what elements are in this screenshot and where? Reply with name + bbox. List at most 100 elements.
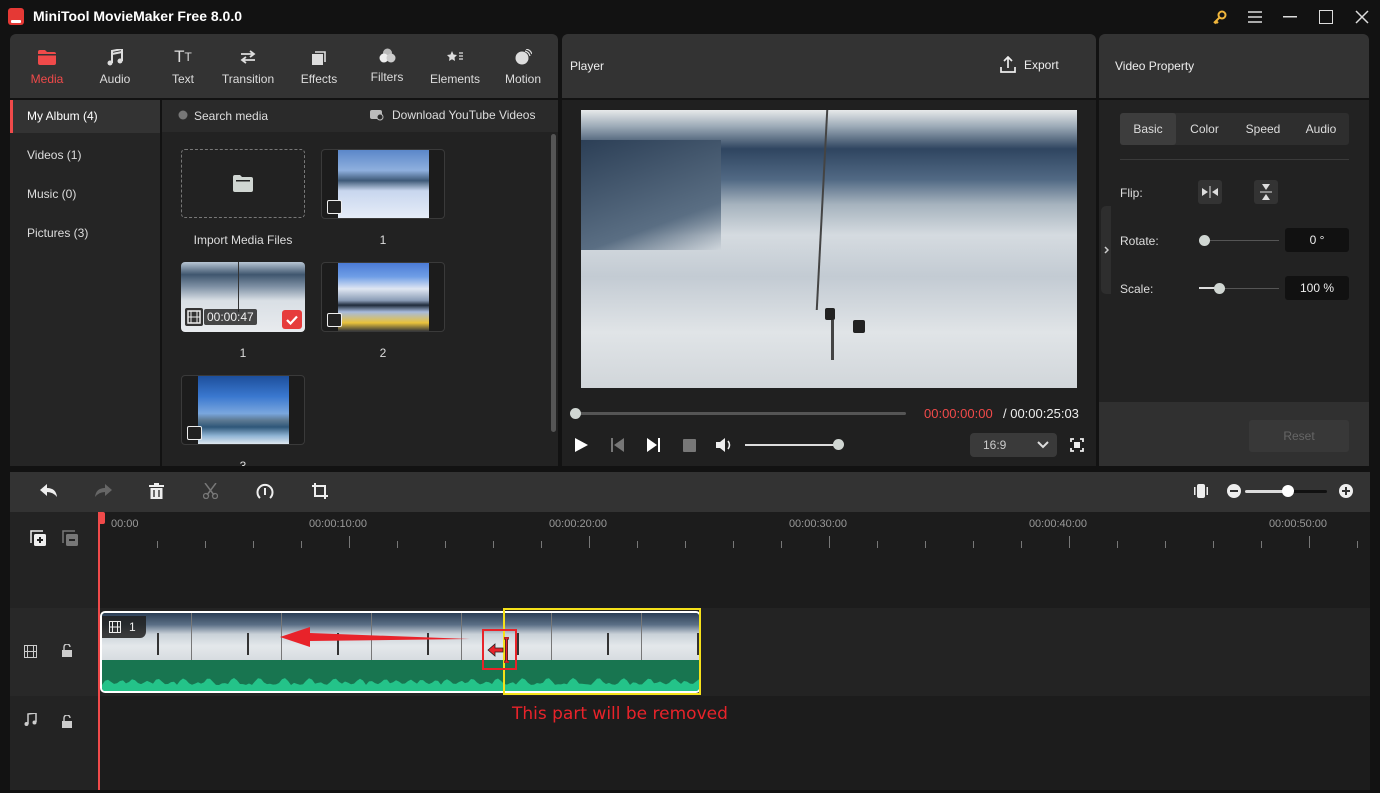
ruler-tick: [733, 541, 734, 548]
ruler-tick: [973, 541, 974, 548]
media-item-picture-3[interactable]: [181, 375, 305, 445]
import-media-button[interactable]: [181, 149, 305, 218]
picture-icon: [187, 426, 202, 440]
main-toolbar: Media Audio TT Text Transition Effects F…: [10, 34, 558, 98]
progress-handle[interactable]: [570, 408, 581, 419]
split-button[interactable]: [203, 483, 218, 499]
tab-text[interactable]: TT Text: [149, 34, 217, 98]
reset-button[interactable]: Reset: [1249, 420, 1349, 452]
maximize-icon[interactable]: [1314, 6, 1338, 28]
clip-badge: 1: [102, 616, 146, 638]
property-tabs: Basic Color Speed Audio: [1120, 113, 1349, 145]
aspect-ratio-select[interactable]: 16:9: [970, 433, 1057, 457]
trim-handle-box[interactable]: [482, 629, 517, 670]
timeline-zoom-handle[interactable]: [1282, 485, 1295, 497]
selected-check-icon: [282, 310, 302, 329]
scale-handle[interactable]: [1214, 283, 1226, 294]
tab-transition[interactable]: Transition: [214, 34, 282, 98]
app-logo-icon: [8, 8, 24, 25]
minimize-icon[interactable]: [1278, 6, 1302, 28]
flip-vertical-button[interactable]: [1254, 180, 1278, 204]
tab-color[interactable]: Color: [1176, 113, 1233, 145]
download-youtube-button[interactable]: Download YouTube Videos: [392, 108, 535, 122]
tab-audio[interactable]: Audio: [81, 34, 149, 98]
video-duration: 00:00:47: [204, 309, 257, 325]
play-button[interactable]: [575, 438, 588, 452]
ruler-tick: [925, 541, 926, 548]
nav-videos[interactable]: Videos (1): [10, 139, 160, 172]
current-time: 00:00:00:00: [924, 406, 993, 421]
tab-media[interactable]: Media: [13, 34, 81, 98]
ruler-tick: [1021, 541, 1022, 548]
video-track-lock-icon[interactable]: [62, 644, 72, 657]
volume-slider[interactable]: [745, 444, 840, 446]
ruler-tick: [493, 541, 494, 548]
timeline-ruler[interactable]: 00:00 00:00:10:00 00:00:20:00 00:00:30:0…: [99, 512, 1370, 552]
export-icon: [1000, 56, 1016, 73]
playhead-handle[interactable]: [98, 512, 105, 524]
redo-button[interactable]: [94, 484, 112, 498]
ruler-tick: [1117, 541, 1118, 548]
zoom-out-button[interactable]: [1227, 484, 1241, 498]
close-icon[interactable]: [1350, 6, 1374, 28]
tab-motion[interactable]: Motion: [489, 34, 557, 98]
tab-filters[interactable]: Filters: [353, 32, 421, 96]
player-title: Player: [570, 59, 605, 73]
flip-horizontal-button[interactable]: [1198, 180, 1222, 204]
rotate-slider[interactable]: [1199, 240, 1279, 241]
collapse-panel-handle[interactable]: [1101, 206, 1111, 294]
track-headers: [10, 512, 99, 790]
tab-basic[interactable]: Basic: [1120, 113, 1176, 145]
trim-cursor-icon: [487, 637, 509, 663]
playback-progress-bar[interactable]: [575, 412, 906, 415]
total-time: / 00:00:25:03: [1003, 406, 1079, 421]
media-item-picture-2[interactable]: [321, 262, 445, 332]
undo-icon: [40, 484, 57, 497]
ruler-label: 00:00:40:00: [1028, 518, 1088, 530]
rotate-handle[interactable]: [1199, 235, 1210, 246]
fit-timeline-button[interactable]: [1194, 484, 1208, 498]
crop-button[interactable]: [312, 483, 328, 499]
tab-effects[interactable]: Effects: [285, 34, 353, 98]
delete-button[interactable]: [149, 483, 164, 499]
picture-icon: [327, 200, 342, 214]
media-scrollbar[interactable]: [551, 134, 556, 432]
drag-arrow-annotation: [280, 627, 470, 647]
export-label: Export: [1024, 57, 1059, 72]
ruler-tick: [877, 541, 878, 548]
ruler-label: 00:00:30:00: [788, 518, 848, 530]
scale-input[interactable]: 100 %: [1285, 276, 1349, 300]
key-icon[interactable]: [1208, 6, 1232, 28]
volume-handle[interactable]: [833, 439, 844, 450]
audio-track-lock-icon[interactable]: [62, 715, 72, 728]
nav-pictures[interactable]: Pictures (3): [10, 217, 160, 250]
ruler-tick: [589, 536, 590, 548]
tab-elements[interactable]: Elements: [421, 34, 489, 98]
playhead[interactable]: [98, 512, 100, 790]
filters-icon: [379, 45, 396, 65]
speed-button[interactable]: [256, 483, 274, 500]
next-frame-button[interactable]: [647, 438, 660, 452]
previous-frame-button[interactable]: [611, 438, 624, 452]
media-item-picture-1[interactable]: [321, 149, 445, 219]
video-preview[interactable]: [581, 110, 1077, 388]
zoom-in-button[interactable]: [1339, 484, 1353, 498]
nav-my-album[interactable]: My Album (4): [10, 100, 160, 133]
add-track-button[interactable]: [30, 530, 47, 547]
stop-button[interactable]: [683, 439, 696, 452]
search-input[interactable]: Search media: [194, 109, 268, 123]
nav-music[interactable]: Music (0): [10, 178, 160, 211]
ruler-label: 00:00:20:00: [548, 518, 608, 530]
tab-speed[interactable]: Speed: [1233, 113, 1293, 145]
flip-label: Flip:: [1120, 186, 1143, 200]
remove-track-button[interactable]: [62, 530, 79, 547]
rotate-input[interactable]: 0 °: [1285, 228, 1349, 252]
menu-icon[interactable]: [1243, 6, 1267, 28]
undo-button[interactable]: [40, 484, 58, 498]
fullscreen-button[interactable]: [1070, 438, 1084, 452]
property-title: Video Property: [1115, 59, 1195, 73]
tab-audio-property[interactable]: Audio: [1293, 113, 1349, 145]
media-item-video-1[interactable]: 00:00:47: [181, 262, 305, 332]
export-button[interactable]: Export: [1000, 56, 1059, 73]
volume-button[interactable]: [716, 437, 734, 453]
